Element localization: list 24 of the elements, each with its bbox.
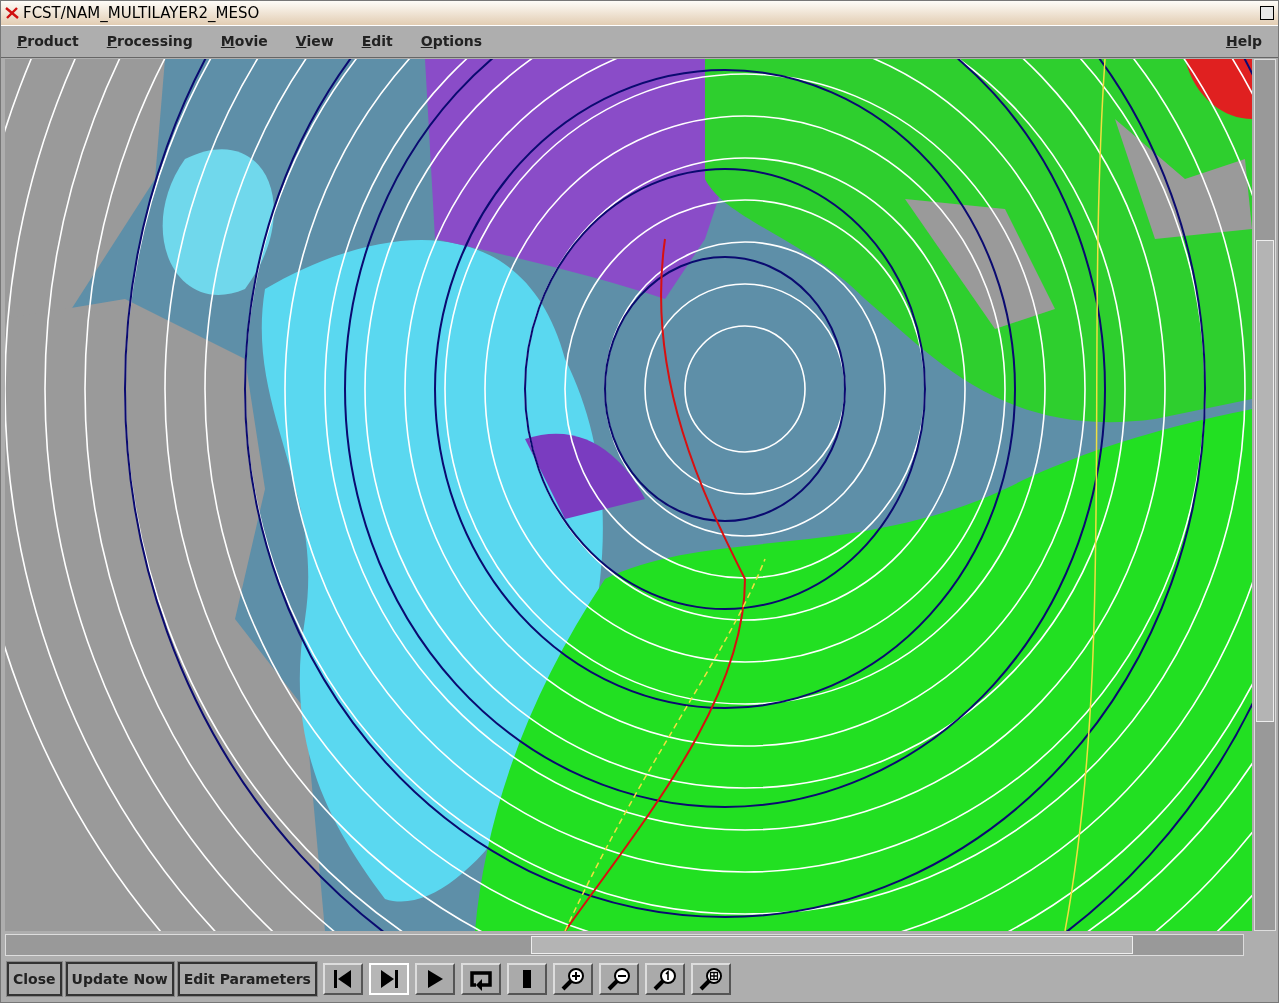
menu-item[interactable]: Movie <box>220 33 268 50</box>
icon-button[interactable] <box>460 963 501 995</box>
toolbar-button[interactable]: Close <box>7 962 62 996</box>
menu-item[interactable]: Processing <box>106 33 193 50</box>
horizontal-scrollbar[interactable] <box>5 934 1244 956</box>
icon-button[interactable] <box>506 963 547 995</box>
toolbar-button[interactable]: Edit Parameters <box>177 962 317 996</box>
stop-icon <box>521 969 532 989</box>
menu-item[interactable]: View <box>295 33 334 50</box>
icon-button[interactable] <box>598 963 639 995</box>
menu-item[interactable]: Edit <box>361 33 393 50</box>
x-icon <box>5 6 19 19</box>
icon-button[interactable] <box>322 963 363 995</box>
vertical-scrollbar[interactable] <box>1254 59 1276 932</box>
maximize-button[interactable] <box>1260 5 1274 20</box>
help-menu[interactable]: Help <box>1225 33 1262 50</box>
menu-item[interactable]: Options <box>420 33 483 50</box>
icon-button[interactable] <box>644 963 685 995</box>
icon-button[interactable] <box>414 963 455 995</box>
icon-button[interactable] <box>690 963 731 995</box>
toolbar-button[interactable]: Update Now <box>65 962 174 996</box>
menu-item[interactable]: Product <box>17 33 79 50</box>
icon-button[interactable] <box>552 963 593 995</box>
window-title: FCST/NAM_MULTILAYER2_MESO <box>23 3 260 22</box>
